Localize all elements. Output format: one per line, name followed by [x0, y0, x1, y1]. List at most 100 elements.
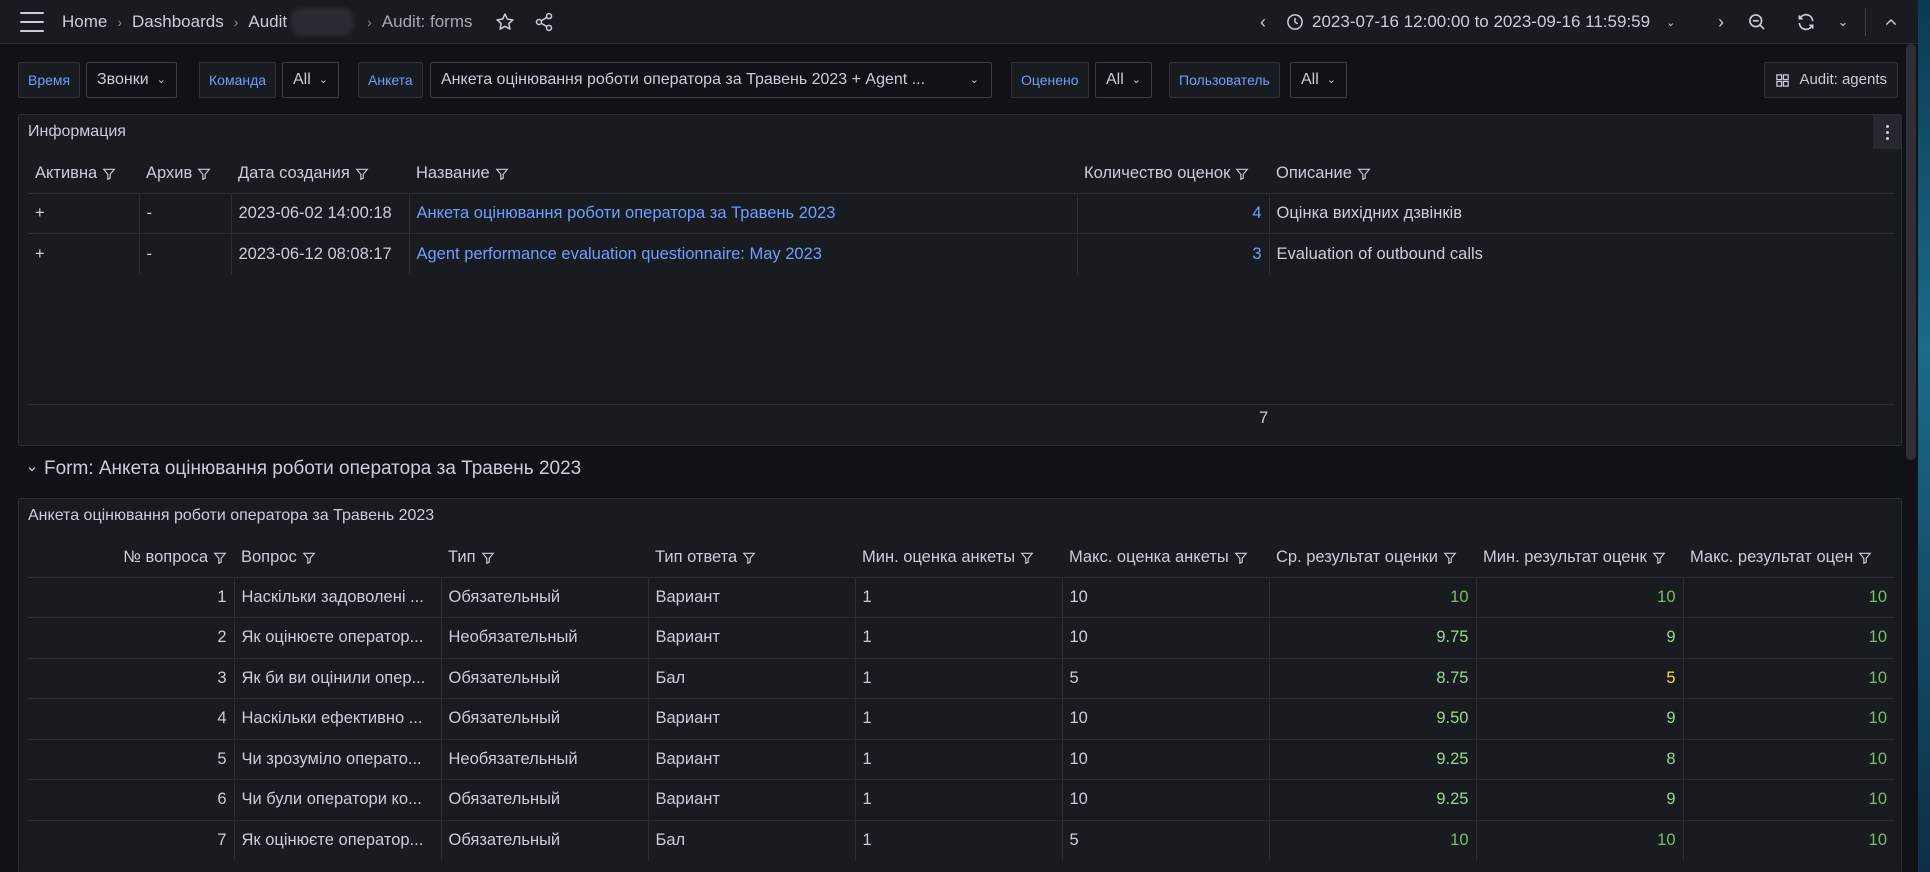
breadcrumb-home[interactable]: Home — [62, 12, 107, 32]
cell-question-number: 1 — [28, 576, 235, 618]
cell-max-result: 10 — [1683, 779, 1894, 820]
cell-max-score: 10 — [1062, 738, 1270, 780]
cell-active: + — [28, 192, 140, 234]
footer-total: 7 — [1259, 409, 1269, 427]
zoom-out-icon[interactable] — [1746, 11, 1768, 33]
cell-answer-type: Вариант — [648, 617, 856, 658]
chevron-right-icon: › — [117, 14, 123, 30]
form-panel: Анкета оцінювання роботи оператора за Тр… — [18, 498, 1902, 872]
variable-select-form[interactable]: Анкета оцінювання роботи оператора за Тр… — [430, 62, 992, 98]
filter-icon[interactable] — [1020, 551, 1034, 565]
chevron-down-icon: ⌄ — [969, 74, 979, 86]
cell-question: Як би ви оцінили опер... — [234, 657, 442, 699]
column-header[interactable]: Активна — [28, 155, 139, 193]
variable-value: Анкета оцінювання роботи оператора за Тр… — [441, 71, 926, 88]
filter-icon[interactable] — [1235, 167, 1249, 181]
column-header[interactable]: Макс. результат оцен — [1683, 539, 1894, 577]
audit-agents-link-button[interactable]: Audit: agents — [1764, 62, 1898, 98]
time-forward-icon[interactable]: › — [1710, 11, 1732, 33]
variable-value: All — [1106, 71, 1124, 89]
filter-icon[interactable] — [1858, 551, 1872, 565]
collapse-up-icon[interactable] — [1880, 11, 1902, 33]
filter-icon[interactable] — [495, 167, 509, 181]
ratings-count-link[interactable]: 3 — [1077, 233, 1270, 274]
column-header[interactable]: Архив — [139, 155, 231, 193]
variable-select-team[interactable]: All ⌄ — [282, 62, 339, 98]
filter-icon[interactable] — [213, 551, 227, 565]
cell-max-result: 10 — [1683, 819, 1894, 861]
variable-select-rated[interactable]: All ⌄ — [1095, 62, 1152, 98]
form-name-link[interactable]: Agent performance evaluation questionnai… — [409, 233, 1078, 274]
breadcrumb-dashboards[interactable]: Dashboards — [132, 12, 224, 32]
filter-icon[interactable] — [355, 167, 369, 181]
filter-icon[interactable] — [1443, 551, 1457, 565]
filter-icon[interactable] — [481, 551, 495, 565]
breadcrumb-current: Audit: forms — [381, 12, 473, 31]
cell-answer-type: Вариант — [648, 779, 856, 820]
row-title: Form: Анкета оцінювання роботи оператора… — [44, 458, 582, 479]
cell-min-result: 10 — [1476, 576, 1684, 618]
cell-question-number: 2 — [28, 617, 235, 658]
cell-max-result: 10 — [1683, 738, 1894, 780]
refresh-icon[interactable] — [1795, 11, 1817, 33]
table-row: 3 Як би ви оцінили опер... Обязательный Бал… — [28, 657, 1894, 699]
cell-question: Чи зрозуміло операто... — [234, 738, 442, 780]
cell-archive: - — [139, 233, 232, 274]
variable-select-user[interactable]: All ⌄ — [1290, 62, 1347, 98]
cell-min-score: 1 — [855, 779, 1063, 820]
column-header[interactable]: Мин. результат оценк — [1476, 539, 1683, 577]
filter-icon[interactable] — [742, 551, 756, 565]
filter-icon[interactable] — [197, 167, 211, 181]
refresh-interval-chevron-icon[interactable]: ⌄ — [1832, 11, 1854, 33]
cell-question: Чи були оператори ко... — [234, 779, 442, 820]
breadcrumb-folder[interactable]: Audit — [248, 12, 287, 32]
desktop-background-edge — [1918, 0, 1930, 872]
breadcrumb: Home › Dashboards › Audit › Audit: forms — [62, 0, 473, 44]
cell-type: Обязательный — [441, 698, 649, 739]
variable-value: Звонки — [97, 71, 149, 89]
cell-min-result: 9 — [1476, 617, 1684, 658]
divider — [1865, 8, 1866, 36]
column-header[interactable]: Мин. оценка анкеты — [855, 539, 1062, 577]
ratings-count-link[interactable]: 4 — [1077, 192, 1270, 234]
column-header[interactable]: Макс. оценка анкеты — [1062, 539, 1269, 577]
variable-select-time[interactable]: Звонки ⌄ — [86, 62, 177, 98]
dashboard-grid-icon — [1776, 74, 1790, 87]
filter-icon[interactable] — [302, 551, 316, 565]
column-header[interactable]: Тип ответа — [648, 539, 855, 577]
column-header[interactable]: Вопрос — [234, 539, 441, 577]
filter-icon[interactable] — [1357, 167, 1371, 181]
cell-avg-result: 10 — [1269, 576, 1477, 618]
share-icon[interactable] — [533, 11, 555, 33]
column-header[interactable]: Описание — [1269, 155, 1894, 193]
footer-divider — [28, 404, 1894, 405]
cell-max-score: 5 — [1062, 819, 1270, 861]
column-header[interactable]: № вопроса — [28, 539, 234, 577]
page-scrollbar[interactable] — [1906, 44, 1916, 460]
row-toggle[interactable]: Form: Анкета оцінювання роботи оператора… — [26, 458, 581, 480]
table-header-row: Активна Архив Дата создания Название Кол… — [28, 155, 1894, 193]
column-header[interactable]: Ср. результат оценки — [1269, 539, 1476, 577]
filter-icon[interactable] — [1234, 551, 1248, 565]
chevron-right-icon: › — [367, 14, 372, 30]
table-row: + - 2023-06-02 14:00:18 Анкета оцінюванн… — [28, 192, 1894, 234]
column-header[interactable]: Название — [409, 155, 1077, 193]
filter-icon[interactable] — [102, 167, 116, 181]
menu-toggle-icon[interactable] — [20, 12, 44, 32]
time-range-picker[interactable]: 2023-07-16 12:00:00 to 2023-09-16 11:59:… — [1286, 0, 1675, 44]
cell-type: Необязательный — [441, 617, 649, 658]
star-icon[interactable] — [494, 11, 516, 33]
form-name-link[interactable]: Анкета оцінювання роботи оператора за Тр… — [409, 192, 1078, 234]
chevron-down-icon: ⌄ — [1666, 16, 1676, 29]
column-header[interactable]: Тип — [441, 539, 648, 577]
filter-icon[interactable] — [1652, 551, 1666, 565]
variables-bar: Время Звонки ⌄ Команда All ⌄ Анкета Анкета… — [18, 62, 1898, 98]
column-header[interactable]: Количество оценок — [1077, 155, 1269, 193]
time-back-icon[interactable]: ‹ — [1252, 11, 1274, 33]
column-header[interactable]: Дата создания — [231, 155, 409, 193]
panel-menu-icon[interactable] — [1873, 115, 1901, 149]
cell-max-result: 10 — [1683, 657, 1894, 699]
cell-question: Як оцінюєте оператор... — [234, 617, 442, 658]
cell-min-result: 10 — [1476, 819, 1684, 861]
cell-max-score: 5 — [1062, 657, 1270, 699]
